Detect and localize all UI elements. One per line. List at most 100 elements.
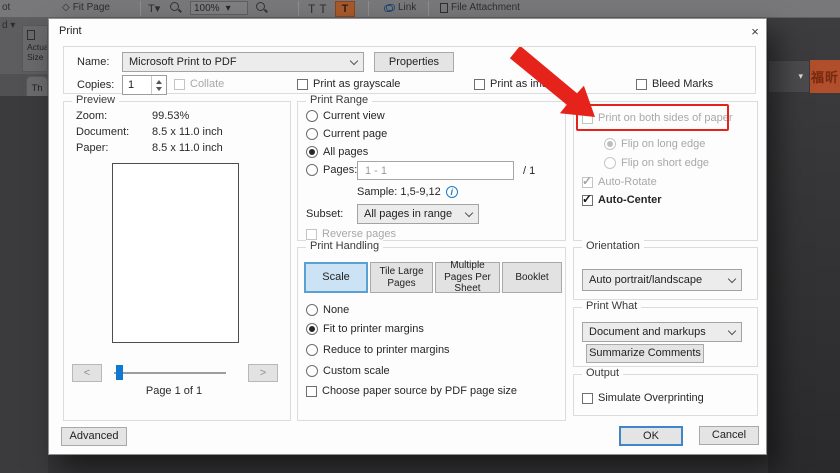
printer-name-label: Name: [77,56,109,68]
actual-size-button[interactable]: Actual Size [22,25,48,72]
toolbar-separator [428,1,429,16]
copies-label: Copies: [77,79,114,91]
print-range-legend: Print Range [306,94,372,106]
chevron-down-icon [465,208,473,216]
background-right-toolbar: ▾ 福昕 [768,60,840,93]
foxit-brand-button[interactable]: 福昕 [810,60,840,93]
checkbox-box [306,229,317,240]
auto-rotate-checkbox[interactable]: Auto-Rotate [582,176,657,188]
document-label: Document: [76,126,129,138]
page-slider-handle[interactable] [116,365,123,380]
bleed-marks-checkbox[interactable]: Bleed Marks [636,78,713,90]
file-attachment-icon [440,3,448,13]
pages-input[interactable] [357,161,514,180]
radio-current-view[interactable]: Current view [306,110,385,122]
page-slider-track[interactable] [114,372,226,374]
printer-group: Name: Microsoft Print to PDF Properties … [63,46,756,94]
simulate-overprinting-checkbox[interactable]: Simulate Overprinting [582,392,704,404]
grayscale-checkbox[interactable]: Print as grayscale [297,78,400,90]
chevron-down-icon [728,326,736,334]
radio-circle [604,157,616,169]
close-icon[interactable]: × [747,23,763,39]
orientation-select[interactable]: Auto portrait/landscape [582,269,742,291]
subset-label: Subset: [306,208,343,220]
page-preview [112,163,239,343]
text-size-tool[interactable]: T▾ [148,2,160,15]
checkbox-box [582,393,593,404]
copies-stepper[interactable] [122,75,167,95]
ok-button[interactable]: OK [619,426,683,446]
radio-reduce-to-margins[interactable]: Reduce to printer margins [306,344,450,356]
previous-page-button[interactable]: < [72,364,102,382]
radio-none[interactable]: None [306,304,349,316]
cancel-button[interactable]: Cancel [699,426,759,445]
summarize-comments-button[interactable]: Summarize Comments [586,344,704,363]
info-icon[interactable]: i [446,186,458,198]
link-icon [384,3,395,12]
paper-label: Paper: [76,142,108,154]
radio-pages[interactable]: Pages: [306,164,357,176]
tab-multiple-pages[interactable]: Multiple Pages Per Sheet [435,262,500,293]
output-legend: Output [582,367,623,379]
properties-button[interactable]: Properties [374,52,454,72]
zoom-level-dropdown[interactable]: 100% ▾ [190,1,248,15]
background-left-panel: d ▾ Actual Size Th [0,18,48,473]
subset-select[interactable]: All pages in range [357,204,479,224]
radio-custom-scale[interactable]: Custom scale [306,365,390,377]
chevron-down-icon [350,56,358,64]
sample-hint: Sample: 1,5-9,12 i [357,186,458,198]
tab-tile-large-pages[interactable]: Tile Large Pages [370,262,433,293]
zoom-out-icon [170,2,179,11]
radio-flip-short-edge[interactable]: Flip on short edge [604,157,709,169]
radio-circle [306,164,318,176]
radio-flip-long-edge[interactable]: Flip on long edge [604,138,705,150]
dialog-title: Print [59,25,82,37]
page-icon [27,30,35,40]
tab-booklet[interactable]: Booklet [502,262,562,293]
zoom-out-button[interactable] [170,2,179,11]
radio-circle [306,323,318,335]
spinner-buttons[interactable] [151,76,166,94]
toolbar-separator [368,1,369,16]
printer-name-select[interactable]: Microsoft Print to PDF [122,52,364,72]
zoom-value: 99.53% [152,110,189,122]
thumbnail-tab[interactable]: Th [26,76,48,96]
typewriter-tool[interactable]: TT [308,2,331,16]
radio-circle [306,344,318,356]
reverse-pages-checkbox[interactable]: Reverse pages [306,228,396,240]
spinner-up-icon[interactable] [156,80,162,84]
file-attachment-button[interactable]: File Attachment [440,2,520,13]
paper-source-checkbox[interactable]: Choose paper source by PDF page size [306,385,517,397]
radio-circle [306,110,318,122]
caret-down-icon: ▾ [798,71,803,82]
background-toolbar: ot ◇ Fit Page T▾ 100% ▾ TT T Link File A… [0,0,840,18]
advanced-button[interactable]: Advanced [61,427,127,446]
print-what-select[interactable]: Document and markups [582,322,742,342]
auto-center-checkbox[interactable]: Auto-Center [582,194,662,206]
radio-circle [306,365,318,377]
fit-page-icon: ◇ [62,2,70,13]
highlight-text-tool[interactable]: T [335,1,355,17]
copies-input[interactable] [123,76,151,94]
zoom-in-button[interactable] [256,2,265,11]
tab-scale[interactable]: Scale [304,262,368,293]
collate-checkbox[interactable]: Collate [174,78,224,90]
radio-fit-to-margins[interactable]: Fit to printer margins [306,323,424,335]
next-page-button[interactable]: > [248,364,278,382]
paper-value: 8.5 x 11.0 inch [152,142,223,154]
preview-legend: Preview [72,94,119,106]
radio-all-pages[interactable]: All pages [306,146,368,158]
checkbox-box [174,79,185,90]
document-value: 8.5 x 11.0 inch [152,126,223,138]
caret-down-icon: ▾ [226,3,231,14]
spinner-down-icon[interactable] [156,87,162,91]
radio-current-page[interactable]: Current page [306,128,387,140]
fit-page-button[interactable]: ◇ Fit Page [62,2,110,13]
checkbox-box [582,177,593,188]
checkbox-box [582,195,593,206]
link-button[interactable]: Link [384,2,416,13]
preview-group: Preview Zoom: 99.53% Document: 8.5 x 11.… [63,101,291,421]
print-what-legend: Print What [582,300,641,312]
background-left-toolbar: d ▾ Actual Size [0,18,48,74]
background-dropdown[interactable]: ▾ [768,60,810,93]
